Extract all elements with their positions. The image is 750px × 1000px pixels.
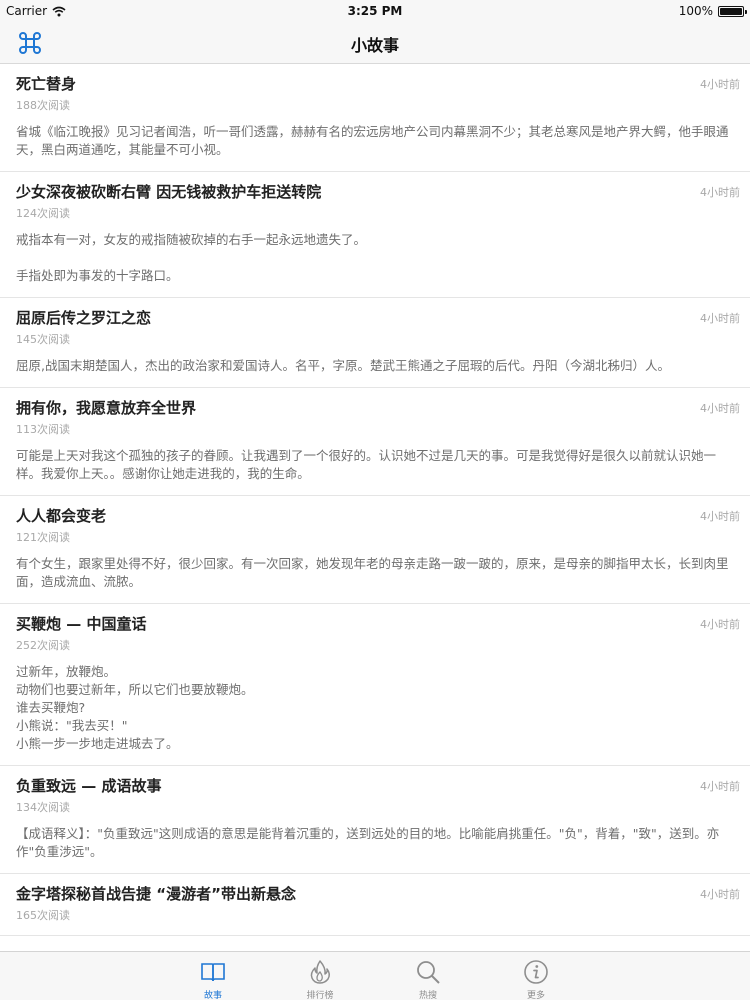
story-timestamp: 4小时前 [700, 780, 740, 793]
story-timestamp: 4小时前 [700, 510, 740, 523]
story-timestamp: 4小时前 [700, 312, 740, 325]
story-read-count: 121次阅读 [16, 531, 70, 544]
tab-label: 故事 [203, 991, 222, 1000]
story-title: 买鞭炮 — 中国童话 [16, 615, 147, 633]
story-list-item[interactable]: 人人都会变老 4小时前 121次阅读有个女生，跟家里处得不好，很少回家。有一次回家，… [0, 496, 750, 604]
tab-hot-search[interactable]: 热搜 [398, 952, 458, 1000]
story-list-item[interactable]: 死亡替身 4小时前 188次阅读省城《临江晚报》见习记者闻浩，听一哥们透露，赫赫有名… [0, 64, 750, 172]
story-list-item[interactable]: 金字塔探秘首战告捷 “漫游者”带出新悬念 4小时前 165次阅读 [0, 874, 750, 936]
book-icon [201, 963, 225, 982]
status-time: 3:25 PM [347, 4, 403, 18]
flame-icon [310, 960, 331, 984]
story-summary: 可能是上天对我这个孤独的孩子的眷顾。让我遇到了一个很好的。认识她不过是几天的事。… [16, 448, 717, 481]
story-list-item[interactable]: 拥有你，我愿意放弃全世界 4小时前 113次阅读可能是上天对我这个孤独的孩子的眷顾。… [0, 388, 750, 496]
story-read-count: 134次阅读 [16, 801, 70, 814]
story-list-item[interactable]: 屈原后传之罗江之恋 4小时前 145次阅读屈原,战国末期楚国人，杰出的政治家和爱国诗… [0, 298, 750, 388]
story-title: 屈原后传之罗江之恋 [16, 309, 152, 327]
battery-icon [718, 5, 747, 17]
story-summary: 省城《临江晚报》见习记者闻浩，听一哥们透露，赫赫有名的宏远房地产公司内幕黑洞不少… [16, 124, 729, 157]
story-list-item[interactable]: 买鞭炮 — 中国童话 4小时前 252次阅读过新年，放鞭炮。 动物们也要过新年，所以… [0, 604, 750, 766]
story-title: 负重致远 — 成语故事 [16, 777, 162, 795]
story-timestamp: 4小时前 [700, 888, 740, 901]
nav-bar: 小故事 [0, 22, 750, 64]
battery-percent: 100% [678, 4, 713, 18]
story-title: 人人都会变老 [16, 507, 107, 525]
story-read-count: 145次阅读 [16, 333, 70, 346]
story-title: 少女深夜被砍断右臂 因无钱被救护车拒送转院 [16, 183, 322, 201]
story-title: 死亡替身 [16, 75, 77, 93]
status-right: 100% [678, 4, 747, 18]
story-read-count: 188次阅读 [16, 99, 70, 112]
story-read-count: 165次阅读 [16, 909, 70, 922]
tab-label: 更多 [526, 991, 545, 1000]
tab-label: 排行榜 [306, 991, 334, 1000]
story-summary: 过新年，放鞭炮。 动物们也要过新年，所以它们也要放鞭炮。 谁去买鞭炮? 小熊说：… [16, 664, 254, 751]
search-icon [417, 961, 440, 984]
app-window: Carrier 3:25 PM 100% 小故事 死亡替身 4小时前 188次阅读省… [0, 0, 750, 1000]
story-read-count: 252次阅读 [16, 639, 70, 652]
story-list-item[interactable]: 负重致远 — 成语故事 4小时前 134次阅读【成语释义】："负重致远"这则成语的意… [0, 766, 750, 874]
story-timestamp: 4小时前 [700, 402, 740, 415]
story-summary: 屈原,战国末期楚国人，杰出的政治家和爱国诗人。名平，字原。楚武王熊通之子屈瑕的后… [16, 358, 670, 373]
tab-ranking[interactable]: 排行榜 [290, 952, 350, 1000]
tab-bar: 故事 排行榜 热搜 更多 [0, 951, 750, 1000]
story-title: 拥有你，我愿意放弃全世界 [16, 399, 197, 417]
story-read-count: 124次阅读 [16, 207, 70, 220]
story-summary: 有个女生，跟家里处得不好，很少回家。有一次回家，她发现年老的母亲走路一跛一跛的，… [16, 556, 729, 589]
story-summary: 【成语释义】："负重致远"这则成语的意思是能背着沉重的，送到远处的目的地。比喻能… [16, 826, 720, 859]
info-icon [524, 960, 548, 984]
story-read-count: 113次阅读 [16, 423, 70, 436]
story-timestamp: 4小时前 [700, 186, 740, 199]
page-title: 小故事 [350, 36, 399, 55]
story-summary: 戒指本有一对，女友的戒指随被砍掉的右手一起永远地遗失了。 手指处即为事发的十字路… [16, 232, 367, 283]
story-list[interactable]: 死亡替身 4小时前 188次阅读省城《临江晚报》见习记者闻浩，听一哥们透露，赫赫有名… [0, 64, 750, 951]
tab-more[interactable]: 更多 [506, 952, 566, 1000]
story-title: 金字塔探秘首战告捷 “漫游者”带出新悬念 [16, 885, 296, 903]
story-list-item[interactable]: 少女深夜被砍断右臂 因无钱被救护车拒送转院 4小时前 124次阅读戒指本有一对，女友… [0, 172, 750, 298]
status-bar: Carrier 3:25 PM 100% [0, 0, 750, 22]
story-timestamp: 4小时前 [700, 618, 740, 631]
tab-label: 热搜 [418, 991, 437, 1000]
battery-fill [720, 7, 742, 15]
tab-stories[interactable]: 故事 [183, 952, 243, 1000]
story-timestamp: 4小时前 [700, 78, 740, 91]
